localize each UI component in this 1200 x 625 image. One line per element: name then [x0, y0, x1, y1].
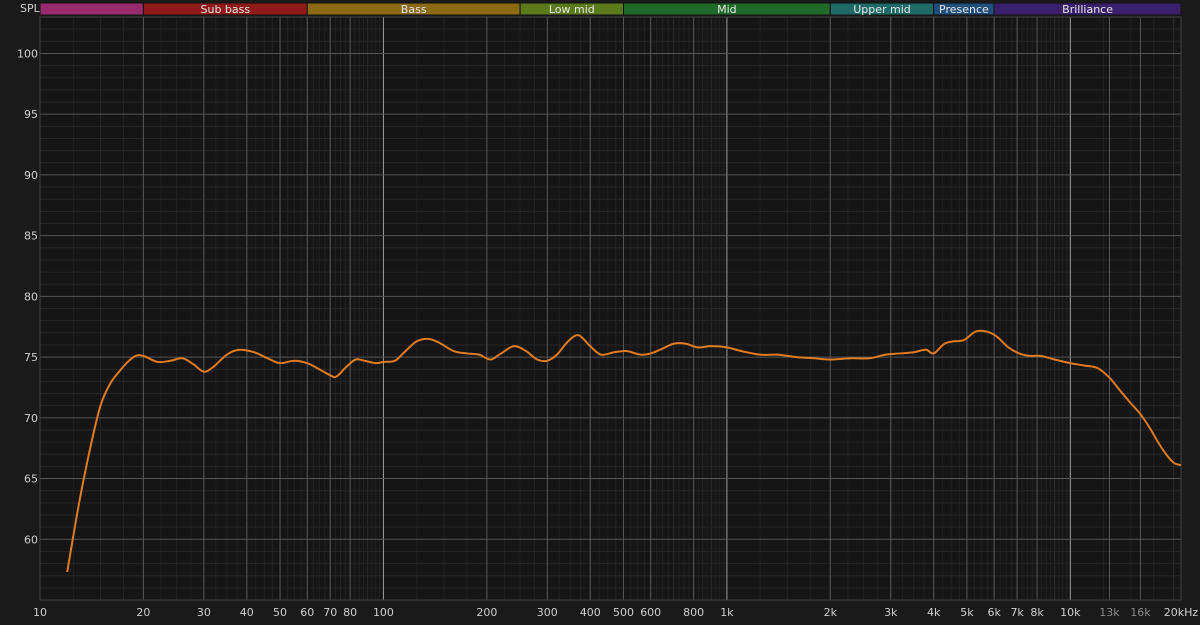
- y-tick-label: 85: [24, 230, 38, 243]
- x-tick-label: 300: [537, 606, 558, 619]
- frequency-band-strip: Sub bass Bass Low mid Mid Upper mid Presence B…: [39, 2, 1182, 16]
- x-tick-label: 50: [273, 606, 287, 619]
- x-tick-label: 70: [323, 606, 337, 619]
- x-tick-label: 20: [136, 606, 150, 619]
- y-tick-label: 80: [24, 290, 38, 303]
- band-label: Sub bass: [201, 3, 251, 16]
- x-tick-label: 80: [343, 606, 357, 619]
- y-tick-label: 90: [24, 169, 38, 182]
- frequency-response-chart: Sub bass Bass Low mid Mid Upper mid Presence B…: [0, 0, 1200, 625]
- x-axis-unit-label: 20kHz: [1164, 606, 1199, 619]
- x-tick-label: 800: [683, 606, 704, 619]
- y-tick-label: 60: [24, 533, 38, 546]
- x-tick-label: 2k: [824, 606, 838, 619]
- band-ultra-low: [39, 2, 144, 16]
- x-tick-label: 400: [580, 606, 601, 619]
- y-tick-label: 100: [17, 47, 38, 60]
- x-tick-label: 1k: [720, 606, 734, 619]
- x-tick-label: 10k: [1060, 606, 1081, 619]
- x-tick-label: 600: [640, 606, 661, 619]
- x-tick-label: 100: [373, 606, 394, 619]
- x-tick-label: 13k: [1099, 606, 1120, 619]
- x-tick-label: 30: [197, 606, 211, 619]
- x-tick-label: 3k: [884, 606, 898, 619]
- x-tick-label: 6k: [987, 606, 1001, 619]
- y-tick-label: 65: [24, 473, 38, 486]
- band-label: Upper mid: [853, 3, 911, 16]
- x-tick-label: 4k: [927, 606, 941, 619]
- x-tick-label: 200: [476, 606, 497, 619]
- x-tick-label: 8k: [1030, 606, 1044, 619]
- band-label: Mid: [717, 3, 737, 16]
- y-tick-label: 75: [24, 351, 38, 364]
- x-tick-label: 5k: [960, 606, 974, 619]
- y-tick-label: 95: [24, 108, 38, 121]
- y-tick-label: 70: [24, 412, 38, 425]
- band-label: Low mid: [549, 3, 595, 16]
- x-tick-label: 10: [33, 606, 47, 619]
- x-tick-label: 60: [300, 606, 314, 619]
- x-tick-label: 500: [613, 606, 634, 619]
- x-tick-label: 7k: [1010, 606, 1024, 619]
- band-label: Presence: [939, 3, 989, 16]
- y-axis-title: SPL: [20, 2, 41, 15]
- band-label: Bass: [401, 3, 427, 16]
- band-label: Brilliance: [1062, 3, 1113, 16]
- x-tick-label: 16k: [1130, 606, 1151, 619]
- x-tick-label: 40: [240, 606, 254, 619]
